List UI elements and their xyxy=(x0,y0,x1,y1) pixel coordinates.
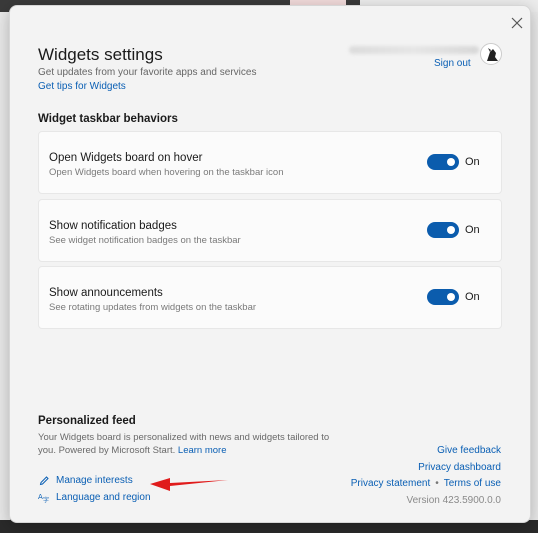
tips-link[interactable]: Get tips for Widgets xyxy=(38,81,126,92)
pencil-icon xyxy=(38,474,50,486)
red-arrow-annotation xyxy=(150,478,228,491)
toggle-state-label: On xyxy=(465,224,480,236)
setting-title: Show notification badges xyxy=(49,220,177,232)
avatar[interactable] xyxy=(480,43,502,65)
sign-out-link[interactable]: Sign out xyxy=(434,58,471,69)
terms-of-use-link[interactable]: Terms of use xyxy=(444,476,501,493)
learn-more-link[interactable]: Learn more xyxy=(178,445,227,456)
dialog-subtitle: Get updates from your favorite apps and … xyxy=(38,67,257,78)
svg-text:字: 字 xyxy=(43,496,49,503)
widgets-settings-dialog: Widgets settings Get updates from your f… xyxy=(9,5,531,523)
manage-interests-label: Manage interests xyxy=(56,474,133,486)
setting-card-badges: Show notification badges See widget noti… xyxy=(38,199,502,262)
privacy-statement-link[interactable]: Privacy statement xyxy=(351,476,430,493)
setting-description: Open Widgets board when hovering on the … xyxy=(49,167,284,178)
give-feedback-link[interactable]: Give feedback xyxy=(351,443,501,460)
setting-title: Show announcements xyxy=(49,287,163,299)
toggle-state-label: On xyxy=(465,291,480,303)
footer-links: Give feedback Privacy dashboard Privacy … xyxy=(351,443,501,509)
language-region-link[interactable]: A 字 Language and region xyxy=(38,490,151,504)
dialog-title: Widgets settings xyxy=(38,45,163,64)
hover-toggle[interactable] xyxy=(427,154,459,170)
avatar-image xyxy=(487,48,498,61)
language-icon: A 字 xyxy=(38,491,50,503)
announcements-toggle[interactable] xyxy=(427,289,459,305)
personalized-feed-heading: Personalized feed xyxy=(38,415,136,427)
setting-card-announcements: Show announcements See rotating updates … xyxy=(38,266,502,329)
language-region-label: Language and region xyxy=(56,491,151,503)
toggle-knob xyxy=(447,293,455,301)
manage-interests-link[interactable]: Manage interests xyxy=(38,473,133,487)
separator-dot: • xyxy=(435,478,439,489)
privacy-dashboard-link[interactable]: Privacy dashboard xyxy=(351,460,501,477)
account-email-redacted xyxy=(349,46,479,54)
personalized-feed-description: Your Widgets board is personalized with … xyxy=(38,431,338,457)
close-button[interactable] xyxy=(508,16,526,34)
taskbar-behaviors-heading: Widget taskbar behaviors xyxy=(38,113,178,125)
toggle-state-label: On xyxy=(465,156,480,168)
setting-description: See widget notification badges on the ta… xyxy=(49,235,241,246)
setting-title: Open Widgets board on hover xyxy=(49,152,203,164)
version-label: Version 423.5900.0.0 xyxy=(406,494,501,506)
setting-description: See rotating updates from widgets on the… xyxy=(49,302,257,313)
privacy-terms-row: Privacy statement • Terms of use xyxy=(351,476,501,493)
close-icon xyxy=(511,17,523,29)
badges-toggle[interactable] xyxy=(427,222,459,238)
toggle-knob xyxy=(447,158,455,166)
setting-card-hover: Open Widgets board on hover Open Widgets… xyxy=(38,131,502,194)
toggle-knob xyxy=(447,226,455,234)
